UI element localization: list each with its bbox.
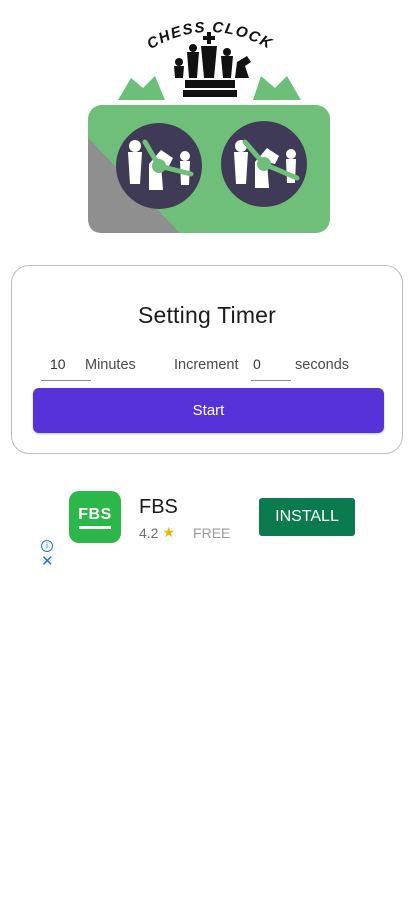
ad-app-name[interactable]: FBS (139, 496, 178, 519)
fbs-app-icon[interactable]: FBS (69, 491, 121, 543)
minutes-label: Minutes (85, 357, 136, 373)
seconds-label: seconds (295, 357, 350, 373)
start-button[interactable]: Start (33, 388, 384, 433)
ad-price: FREE (193, 524, 231, 541)
chess-clock-logo: CHESS CLOCK (88, 19, 330, 233)
icon-underline (79, 525, 111, 529)
setting-timer-card: Setting Timer 10 Minutes Increment 0 sec… (11, 265, 403, 454)
install-button[interactable]: INSTALL (259, 498, 355, 536)
card-title: Setting Timer (137, 302, 277, 328)
minutes-value: 10 (50, 356, 66, 372)
ad-meta: 4.2 ★ FREE (139, 524, 230, 541)
info-icon[interactable]: i (41, 540, 53, 552)
ad-rating: 4.2 (139, 524, 159, 541)
ad-icon-text: FBS (78, 505, 112, 523)
increment-input[interactable]: 0 (251, 354, 291, 381)
increment-value: 0 (253, 356, 261, 372)
star-icon: ★ (162, 524, 176, 540)
ad-banner[interactable]: FBS FBS 4.2 ★ FREE INSTALL i ✕ (0, 488, 415, 578)
minutes-input[interactable]: 10 (41, 354, 91, 381)
close-icon[interactable]: ✕ (41, 554, 54, 569)
increment-label: Increment (174, 357, 239, 373)
